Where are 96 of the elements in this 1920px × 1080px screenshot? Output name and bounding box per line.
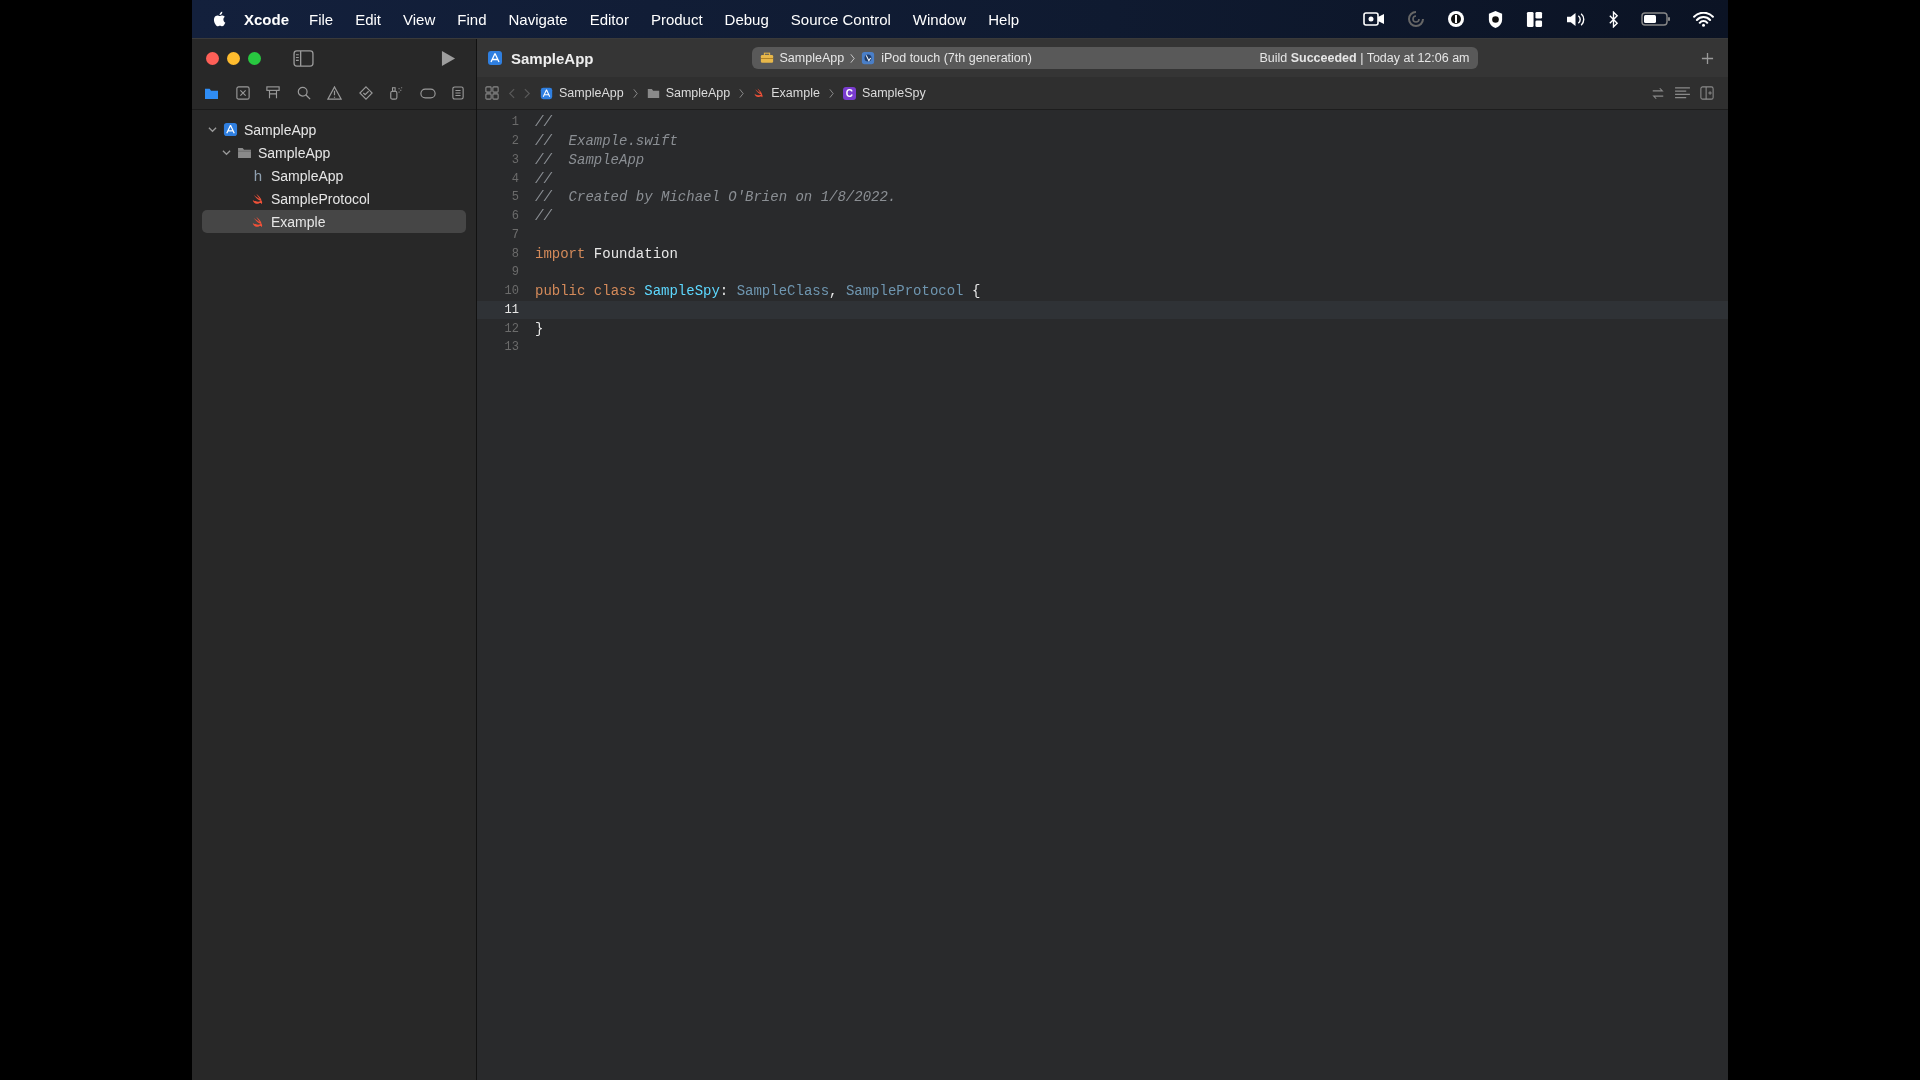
shield-icon[interactable]	[1487, 9, 1504, 29]
menu-item[interactable]: Debug	[724, 10, 769, 28]
line-number: 13	[503, 340, 520, 355]
code-line: //	[535, 170, 552, 187]
code-line: import Foundation	[535, 245, 678, 262]
code-line: //	[535, 114, 552, 131]
toolbox-icon	[759, 52, 774, 64]
spinner-icon[interactable]	[1407, 10, 1425, 28]
line-number: 8	[510, 246, 520, 261]
code-line: // Created by Michael O'Brien on 1/8/2022.	[535, 189, 897, 206]
code-line: public class SampleSpy: SampleClass, SampleProtocol {	[535, 283, 981, 300]
folder-icon	[237, 146, 252, 159]
line-number: 12	[503, 321, 520, 336]
apple-icon[interactable]	[212, 11, 226, 27]
line-number: 11	[503, 302, 520, 317]
chevron-icon	[739, 87, 745, 99]
menu-item[interactable]: Window	[912, 10, 967, 28]
chevron-icon	[850, 52, 856, 64]
close-window-button[interactable]	[206, 51, 219, 65]
menu-item[interactable]: Navigate	[508, 10, 568, 28]
code-line: }	[535, 320, 544, 337]
device-icon	[861, 51, 876, 65]
menu-item[interactable]: Find	[457, 10, 487, 28]
code-line: // Example.swift	[535, 133, 678, 150]
lines-icon[interactable]	[1674, 86, 1691, 100]
sidebar-toggle-icon[interactable]	[293, 49, 314, 67]
item-label: SampleApp	[244, 121, 317, 138]
swap-arrows-icon[interactable]	[1651, 86, 1665, 100]
line-number: 3	[510, 152, 520, 167]
line-number: 10	[503, 284, 520, 299]
chevron-icon	[828, 87, 834, 99]
folder-icon	[646, 87, 660, 99]
navigator-item[interactable]: SampleApp	[202, 118, 466, 141]
disclosure-icon[interactable]	[208, 125, 217, 134]
app-project-icon	[223, 122, 238, 137]
power-circle-icon[interactable]	[1447, 10, 1465, 28]
line-number: 5	[510, 190, 520, 205]
spray-icon	[389, 86, 403, 100]
volume-icon[interactable]	[1565, 10, 1586, 28]
tag-icon	[419, 87, 436, 99]
navigator-item[interactable]: SampleProtocol	[202, 187, 466, 210]
line-number: 6	[510, 209, 520, 224]
breadcrumb[interactable]: SampleApp	[540, 86, 624, 100]
line-number: 4	[510, 171, 520, 186]
item-label: SampleApp	[271, 167, 344, 184]
menu-item[interactable]: Source Control	[790, 10, 891, 28]
line-number: 7	[510, 227, 520, 242]
zoom-window-button[interactable]	[248, 51, 261, 65]
app-project-icon	[487, 50, 503, 66]
menu-item[interactable]: Product	[650, 10, 703, 28]
battery-icon[interactable]	[1641, 12, 1671, 26]
menu-item[interactable]: Help	[988, 10, 1020, 28]
breadcrumb[interactable]: Example	[753, 86, 820, 100]
line-number: 1	[510, 115, 520, 130]
navigator-item[interactable]: h SampleApp	[202, 164, 466, 187]
add-icon[interactable]	[1701, 51, 1714, 65]
line-number: 2	[510, 134, 520, 149]
class-icon: C	[842, 86, 856, 100]
camera-icon[interactable]	[1363, 11, 1385, 27]
folder-icon	[204, 86, 219, 100]
header-file-icon: h	[251, 167, 265, 184]
code-line: // SampleApp	[535, 151, 645, 168]
item-label: SampleProtocol	[271, 190, 370, 207]
menu-item[interactable]: File	[309, 10, 334, 28]
project-title: SampleApp	[511, 49, 594, 67]
build-status: Build Succeeded | Today at 12:06 am	[1259, 51, 1470, 65]
x-square-icon	[235, 86, 250, 100]
navigator-item[interactable]: SampleApp	[202, 141, 466, 164]
diamond-icon	[358, 86, 373, 100]
code-line: //	[535, 208, 552, 225]
item-label: Example	[271, 213, 326, 230]
breadcrumb[interactable]: C SampleSpy	[842, 86, 926, 100]
grid-icon[interactable]	[485, 86, 499, 100]
minimize-window-button[interactable]	[227, 51, 240, 65]
bluetooth-icon[interactable]	[1608, 10, 1619, 28]
scheme-selector[interactable]: SampleApp	[779, 51, 845, 65]
warning-icon	[327, 86, 342, 100]
list-icon	[452, 86, 464, 100]
line-number: 9	[510, 265, 520, 280]
search-icon	[296, 86, 311, 100]
layout-icon[interactable]	[1526, 10, 1543, 28]
item-label: SampleApp	[258, 144, 331, 161]
split-editor-icon[interactable]	[1700, 86, 1714, 100]
play-icon[interactable]	[441, 49, 456, 67]
chevron-icon	[632, 87, 638, 99]
breadcrumb[interactable]: SampleApp	[646, 86, 731, 100]
disclosure-icon[interactable]	[222, 148, 231, 157]
hierarchy-icon	[266, 86, 280, 100]
navigator-item[interactable]: Example	[202, 210, 466, 233]
wifi-icon[interactable]	[1693, 11, 1714, 27]
menu-item[interactable]: Edit	[355, 10, 382, 28]
menu-item[interactable]: View	[403, 10, 436, 28]
app-menu[interactable]: Xcode	[244, 10, 289, 28]
menu-item[interactable]: Editor	[589, 10, 629, 28]
app-project-icon	[540, 86, 553, 100]
device-selector[interactable]: iPod touch (7th generation)	[881, 51, 1032, 65]
